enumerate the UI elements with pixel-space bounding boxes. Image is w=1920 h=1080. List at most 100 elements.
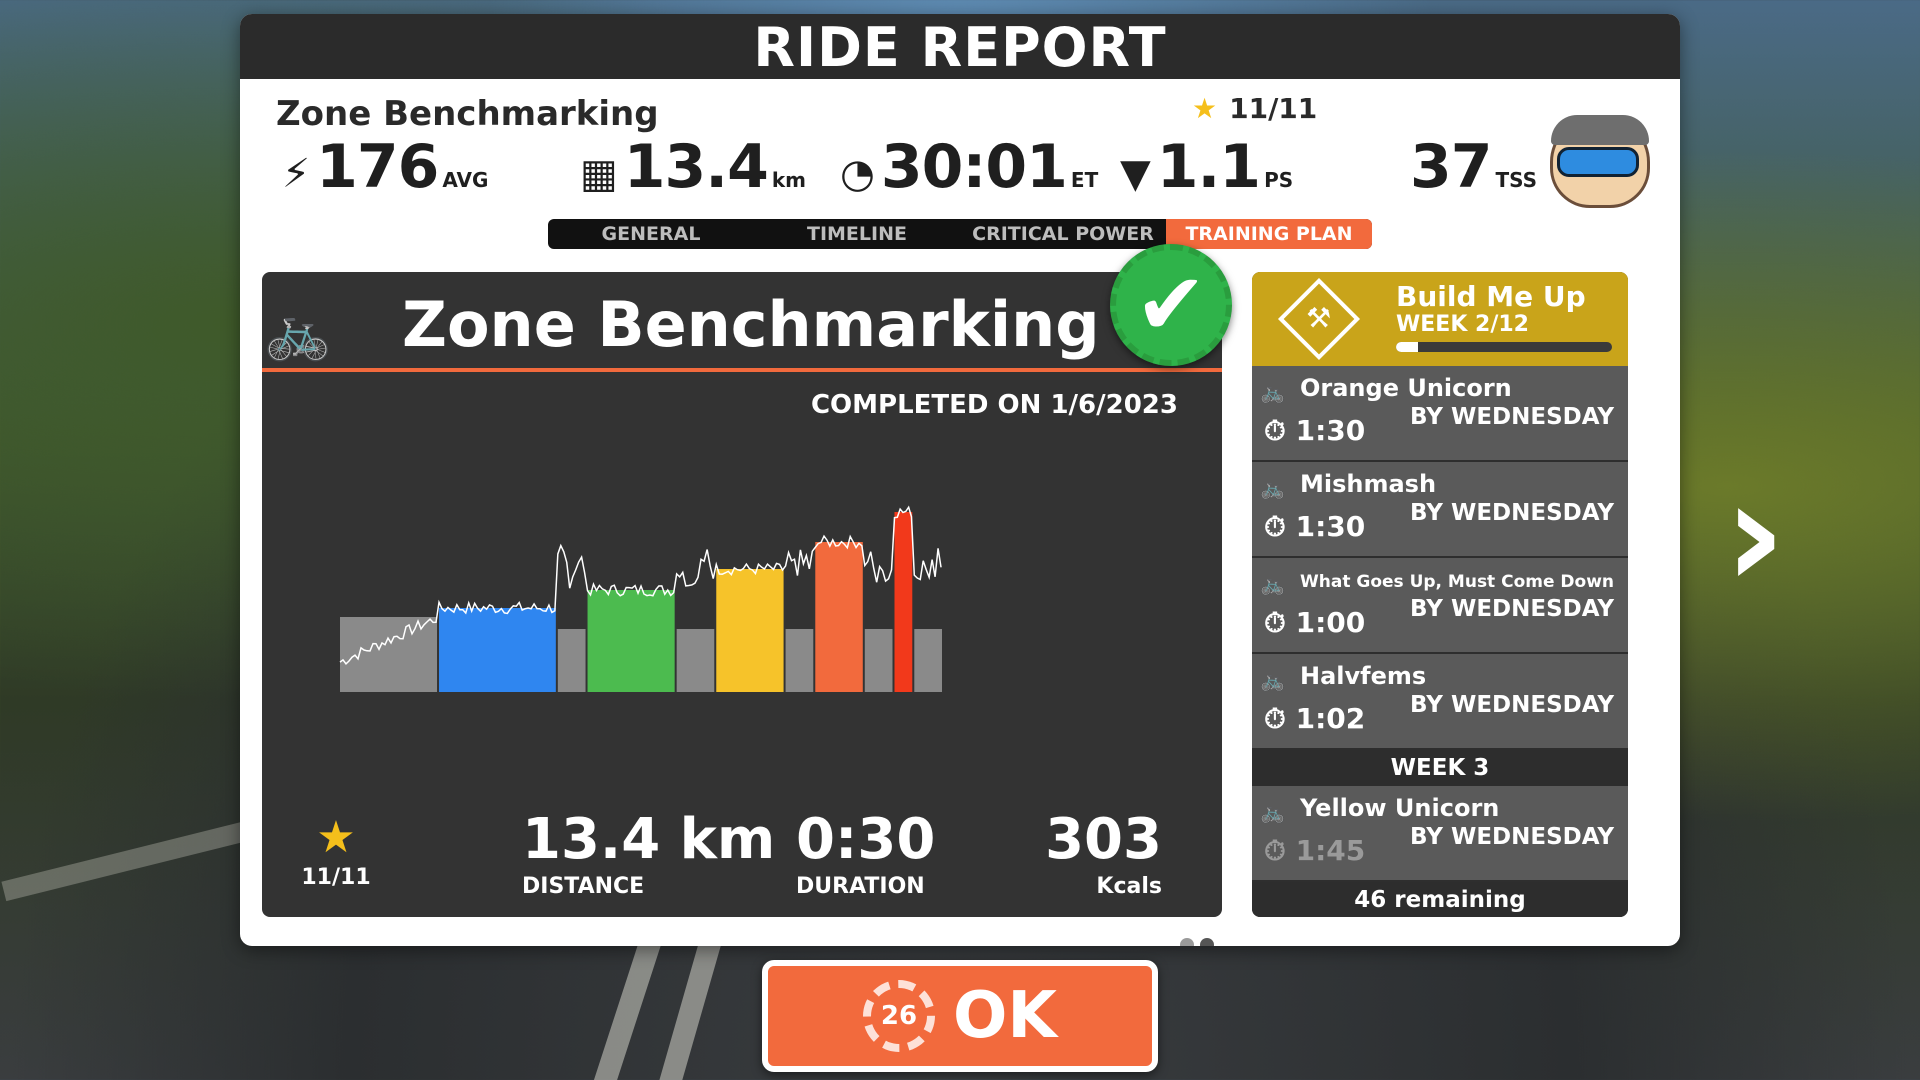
- plan-item-name: What Goes Up, Must Come Down: [1300, 572, 1615, 592]
- duration-label: DURATION: [796, 874, 925, 899]
- plan-item-time: ⏱ 1:00: [1264, 606, 1365, 640]
- plan-item-due: BY WEDNESDAY: [1410, 596, 1614, 622]
- tab-training-plan[interactable]: TRAINING PLAN: [1166, 219, 1372, 249]
- zone-bar-rec5: [914, 629, 942, 692]
- clock-icon: ◔: [840, 151, 875, 197]
- week-3-header: WEEK 3: [1252, 750, 1628, 786]
- plan-item-time-value: 1:00: [1295, 606, 1366, 639]
- star-icon: ★: [1192, 92, 1218, 125]
- bike-icon: 🚲: [1260, 800, 1285, 824]
- stat-unit: TSS: [1495, 168, 1538, 192]
- tab-critical-power[interactable]: CRITICAL POWER: [960, 219, 1166, 249]
- workout-profile-chart: [339, 505, 942, 692]
- ok-label: OK: [953, 979, 1057, 1053]
- ok-button[interactable]: 26 OK: [762, 960, 1158, 1072]
- plan-item-time: ⏱ 1:30: [1264, 414, 1365, 448]
- odometer-icon: ▦: [580, 151, 618, 197]
- plan-item-time: ⏱ 1:02: [1264, 702, 1365, 736]
- bike-icon: 🚲: [1260, 476, 1285, 500]
- zone-bar-z4: [716, 569, 784, 692]
- tab-general[interactable]: GENERAL: [548, 219, 754, 249]
- plan-workout-item[interactable]: 🚲 Yellow Unicorn ⏱ 1:45 BY WEDNESDAY: [1252, 786, 1628, 882]
- stat-tss: 37 TSS: [1410, 132, 1537, 202]
- stopwatch-icon: ⏱: [1264, 606, 1286, 639]
- stat-value: 176: [316, 132, 439, 202]
- stopwatch-icon: ⏱: [1264, 414, 1286, 447]
- road-marking: [1, 818, 259, 902]
- workout-distance: 13.4 km DISTANCE: [522, 807, 775, 899]
- zone-bar-rec1: [557, 629, 586, 692]
- avatar: [1550, 115, 1650, 208]
- plan-progress-fill: [1396, 342, 1418, 352]
- plan-item-time-value: 1:30: [1295, 510, 1366, 543]
- plan-item-name: Mishmash: [1300, 470, 1437, 498]
- plan-item-due: BY WEDNESDAY: [1410, 404, 1614, 430]
- workout-stars: ★ 11/11: [296, 812, 376, 890]
- plan-workout-item[interactable]: 🚲 Mishmash ⏱ 1:30 BY WEDNESDAY: [1252, 462, 1628, 558]
- workout-kcals: 303 Kcals: [1045, 807, 1162, 899]
- bike-icon: 🚲: [1260, 380, 1285, 404]
- workout-card: 🚲 Zone Benchmarking COMPLETED ON 1/6/202…: [262, 272, 1222, 917]
- plan-title: Build Me Up: [1396, 280, 1586, 313]
- plan-workout-item[interactable]: 🚲 What Goes Up, Must Come Down ⏱ 1:00 BY…: [1252, 558, 1628, 654]
- stopwatch-icon: ⏱: [1264, 834, 1286, 867]
- stat-unit: AVG: [442, 168, 489, 192]
- plan-item-name: Orange Unicorn: [1300, 374, 1512, 402]
- plan-item-time: ⏱ 1:30: [1264, 510, 1365, 544]
- completed-date: COMPLETED ON 1/6/2023: [810, 390, 1178, 420]
- stat-avg-power: ⚡ 176 AVG: [282, 132, 488, 202]
- pizza-icon: ▼: [1120, 151, 1151, 197]
- zone-bar-rec4: [864, 629, 893, 692]
- stat-value: 37: [1410, 132, 1492, 202]
- training-plan-panel: ⚒ Build Me Up WEEK 2/12 🚲 Orange Unicorn…: [1252, 272, 1628, 917]
- zone-bar-rec2: [676, 629, 715, 692]
- construction-sign-icon: ⚒: [1277, 277, 1361, 361]
- plan-item-time-value: 1:30: [1295, 414, 1366, 447]
- kcals-value: 303: [1045, 807, 1162, 872]
- stars-count: 11/11: [1229, 92, 1318, 125]
- next-arrow-icon[interactable]: ›: [1724, 460, 1786, 610]
- page-dot[interactable]: [1180, 938, 1194, 946]
- plan-workout-item[interactable]: 🚲 Halvfems ⏱ 1:02 BY WEDNESDAY: [1252, 654, 1628, 750]
- plan-item-due: BY WEDNESDAY: [1410, 824, 1614, 850]
- stat-value: 30:01: [880, 132, 1068, 202]
- countdown-ring: 26: [863, 980, 935, 1052]
- zone-bar-z6: [894, 512, 913, 692]
- distance-label: DISTANCE: [522, 874, 645, 899]
- plan-item-time: ⏱ 1:45: [1264, 834, 1365, 868]
- stat-unit: PS: [1264, 168, 1294, 192]
- bike-icon: 🚲: [264, 300, 332, 363]
- workout-title: Zone Benchmarking: [402, 288, 1100, 361]
- stopwatch-icon: ⏱: [1264, 702, 1286, 735]
- plan-item-time-value: 1:02: [1295, 702, 1366, 735]
- plan-item-due: BY WEDNESDAY: [1410, 692, 1614, 718]
- stars-summary: ★ 11/11: [1192, 92, 1317, 125]
- plan-progress-bar: [1396, 342, 1612, 352]
- ride-report-panel: RIDE REPORT Zone Benchmarking ★ 11/11 ⚡ …: [240, 14, 1680, 946]
- page-indicator: [1180, 938, 1214, 946]
- page-dot-active[interactable]: [1200, 938, 1214, 946]
- plan-item-time-value: 1:45: [1295, 834, 1366, 867]
- bike-icon: 🚲: [1260, 572, 1285, 596]
- stat-pizza-slices: ▼ 1.1 PS: [1120, 132, 1293, 202]
- workout-duration: 0:30 DURATION: [796, 807, 935, 899]
- avatar-goggles: [1557, 147, 1639, 177]
- remaining-count: 46 remaining: [1252, 882, 1628, 917]
- plan-item-name: Halvfems: [1300, 662, 1427, 690]
- plan-item-due: BY WEDNESDAY: [1410, 500, 1614, 526]
- plan-header: ⚒ Build Me Up WEEK 2/12: [1252, 272, 1628, 366]
- plan-week: WEEK 2/12: [1396, 312, 1529, 337]
- stat-value: 13.4: [623, 132, 769, 202]
- workout-stars-count: 11/11: [301, 865, 371, 890]
- star-icon: ★: [316, 812, 356, 863]
- page-title: RIDE REPORT: [240, 14, 1680, 79]
- plan-workout-item[interactable]: 🚲 Orange Unicorn ⏱ 1:30 BY WEDNESDAY: [1252, 366, 1628, 462]
- completed-check-icon: ✔: [1110, 244, 1232, 366]
- kcals-label: Kcals: [1096, 874, 1162, 899]
- distance-value: 13.4 km: [522, 807, 776, 872]
- zone-bar-z5: [815, 542, 863, 692]
- avatar-hair: [1551, 115, 1649, 145]
- stat-distance: ▦ 13.4 km: [580, 132, 806, 202]
- stat-value: 1.1: [1156, 132, 1261, 202]
- tab-timeline[interactable]: TIMELINE: [754, 219, 960, 249]
